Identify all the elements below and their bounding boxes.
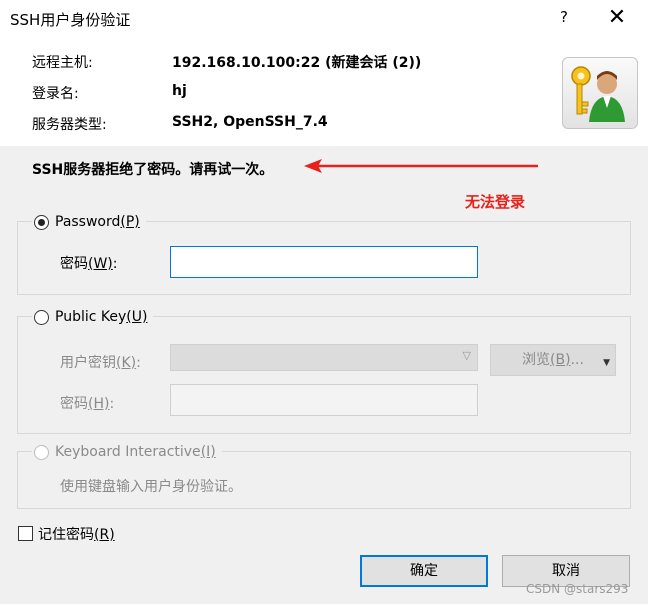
key-password-mnemonic: (H) xyxy=(88,396,110,412)
user-key-select[interactable]: ▽ xyxy=(170,344,478,371)
key-password-input[interactable] xyxy=(170,384,478,416)
remote-host-label: 远程主机: xyxy=(32,55,93,71)
password-field-label: 密码(W): xyxy=(60,253,118,273)
user-key-mnemonic: (K) xyxy=(116,355,137,371)
public-key-radio-label: Public Key xyxy=(55,309,127,325)
keyboard-interactive-description: 使用键盘输入用户身份验证。 xyxy=(60,479,242,495)
ok-button[interactable]: 确定 xyxy=(360,555,488,587)
window-title: SSH用户身份验证 xyxy=(10,11,131,29)
dialog-content: SSH服务器拒绝了密码。请再试一次。 无法登录 Password (P) 密码(W… xyxy=(0,146,648,604)
annotation-arrow-icon xyxy=(304,159,538,173)
keyboard-interactive-label: Keyboard Interactive xyxy=(55,444,201,460)
dropdown-arrow-icon: ▼ xyxy=(603,358,610,368)
close-button[interactable]: ✕ xyxy=(602,4,632,32)
password-input[interactable] xyxy=(170,246,478,278)
public-key-mnemonic: (U) xyxy=(126,309,148,325)
error-message: SSH服务器拒绝了密码。请再试一次。 xyxy=(32,162,274,178)
remember-password-checkbox[interactable] xyxy=(18,526,33,541)
browse-mnemonic: (B) xyxy=(550,352,571,368)
key-password-colon: : xyxy=(109,396,115,412)
public-key-radio[interactable]: Public Key (U) xyxy=(32,309,154,325)
key-password-label-text: 密码 xyxy=(60,396,88,412)
keyboard-interactive-radio-icon[interactable] xyxy=(34,444,49,460)
keyboard-interactive-radio[interactable]: Keyboard Interactive (I) xyxy=(32,444,222,460)
password-radio[interactable]: Password (P) xyxy=(32,214,146,230)
password-field-mnemonic: (W) xyxy=(88,256,113,272)
key-password-label: 密码(H): xyxy=(60,393,114,413)
annotation-text: 无法登录 xyxy=(465,193,526,211)
watermark: CSDN @stars293 xyxy=(526,582,629,596)
password-radio-label: Password xyxy=(55,214,121,230)
remember-password-text: 记住密码 xyxy=(38,527,94,543)
login-name-value: hj xyxy=(172,83,187,99)
browse-button[interactable]: 浏览(B)... ▼ xyxy=(490,344,616,376)
password-radio-icon[interactable] xyxy=(34,214,49,230)
remember-password-label[interactable]: 记住密码(R) xyxy=(38,524,115,544)
password-field-label-text: 密码 xyxy=(60,256,88,272)
title-bar: SSH用户身份验证 ? ✕ xyxy=(0,0,648,38)
server-type-label: 服务器类型: xyxy=(32,117,107,133)
remember-password-mnemonic: (R) xyxy=(94,527,115,543)
user-key-colon: : xyxy=(136,355,141,371)
help-button[interactable]: ? xyxy=(554,8,574,30)
server-type-value: SSH2, OpenSSH_7.4 xyxy=(172,114,328,130)
browse-button-label: 浏览 xyxy=(522,352,551,368)
user-key-label: 用户密钥(K): xyxy=(60,352,141,372)
remote-host-value: 192.168.10.100:22 (新建会话 (2)) xyxy=(172,55,422,71)
browse-ellipsis: ... xyxy=(570,352,584,368)
session-info-panel: 远程主机: 192.168.10.100:22 (新建会话 (2)) 登录名: … xyxy=(0,38,648,146)
user-key-icon xyxy=(562,57,638,129)
login-name-label: 登录名: xyxy=(32,86,79,102)
chevron-down-icon: ▽ xyxy=(462,349,471,362)
public-key-radio-icon[interactable] xyxy=(34,309,49,325)
password-mnemonic: (P) xyxy=(120,214,140,230)
keyboard-interactive-mnemonic: (I) xyxy=(200,444,216,460)
password-field-colon: : xyxy=(112,256,118,272)
user-key-label-text: 用户密钥 xyxy=(60,355,116,371)
